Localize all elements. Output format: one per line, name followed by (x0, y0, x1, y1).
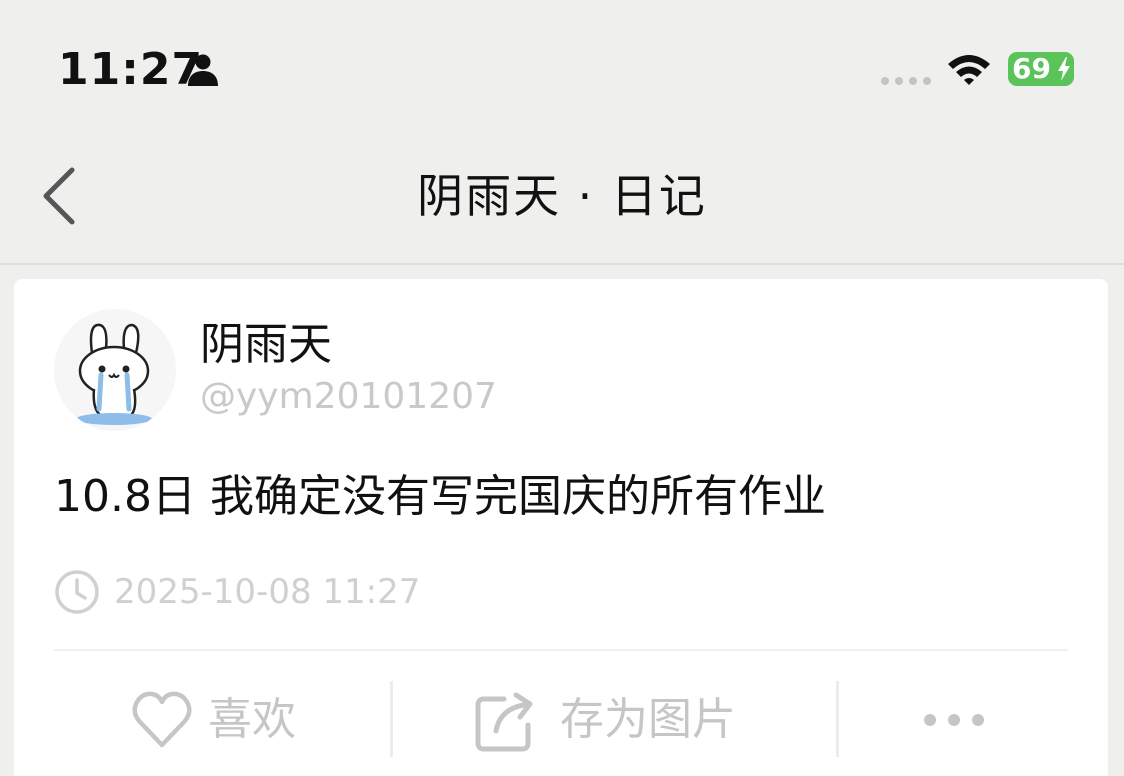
avatar[interactable] (54, 309, 176, 431)
status-time: 11:27 (58, 44, 204, 95)
status-bar: 11:27 69 (0, 0, 1124, 130)
clock-icon (55, 570, 99, 614)
post-card: 阴雨天 @yym20101207 10.8日 我确定没有写完国庆的所有作业 20… (14, 279, 1108, 776)
post-timestamp: 2025-10-08 11:27 (114, 572, 421, 612)
battery-charging-icon (1058, 57, 1070, 81)
more-icon (924, 714, 984, 726)
diary-screen: 11:27 69 阴雨天 · 日记 阴雨天 @yym20101207 10.8日… (0, 0, 1124, 776)
nav-divider (0, 263, 1124, 265)
like-button[interactable]: 喜欢 (132, 685, 332, 755)
signal-dots-icon (881, 77, 931, 85)
action-separator (390, 681, 393, 757)
wifi-icon (948, 55, 990, 85)
battery-level: 69 (1012, 52, 1051, 85)
save-image-label: 存为图片 (560, 694, 736, 745)
battery-indicator: 69 (1008, 52, 1074, 86)
page-title: 阴雨天 · 日记 (417, 169, 707, 223)
like-label: 喜欢 (208, 694, 296, 745)
share-icon (475, 692, 533, 752)
heart-icon (132, 691, 192, 748)
nav-bar: 阴雨天 · 日记 (0, 130, 1124, 263)
bunny-avatar-icon (76, 323, 152, 425)
author-name[interactable]: 阴雨天 (200, 317, 332, 373)
more-button[interactable] (914, 685, 994, 755)
person-icon (188, 54, 218, 86)
author-handle: @yym20101207 (200, 376, 497, 417)
action-separator (836, 681, 839, 757)
post-content: 10.8日 我确定没有写完国庆的所有作业 (54, 471, 826, 522)
save-image-button[interactable]: 存为图片 (474, 685, 774, 755)
action-bar: 喜欢 存为图片 (14, 651, 1108, 776)
